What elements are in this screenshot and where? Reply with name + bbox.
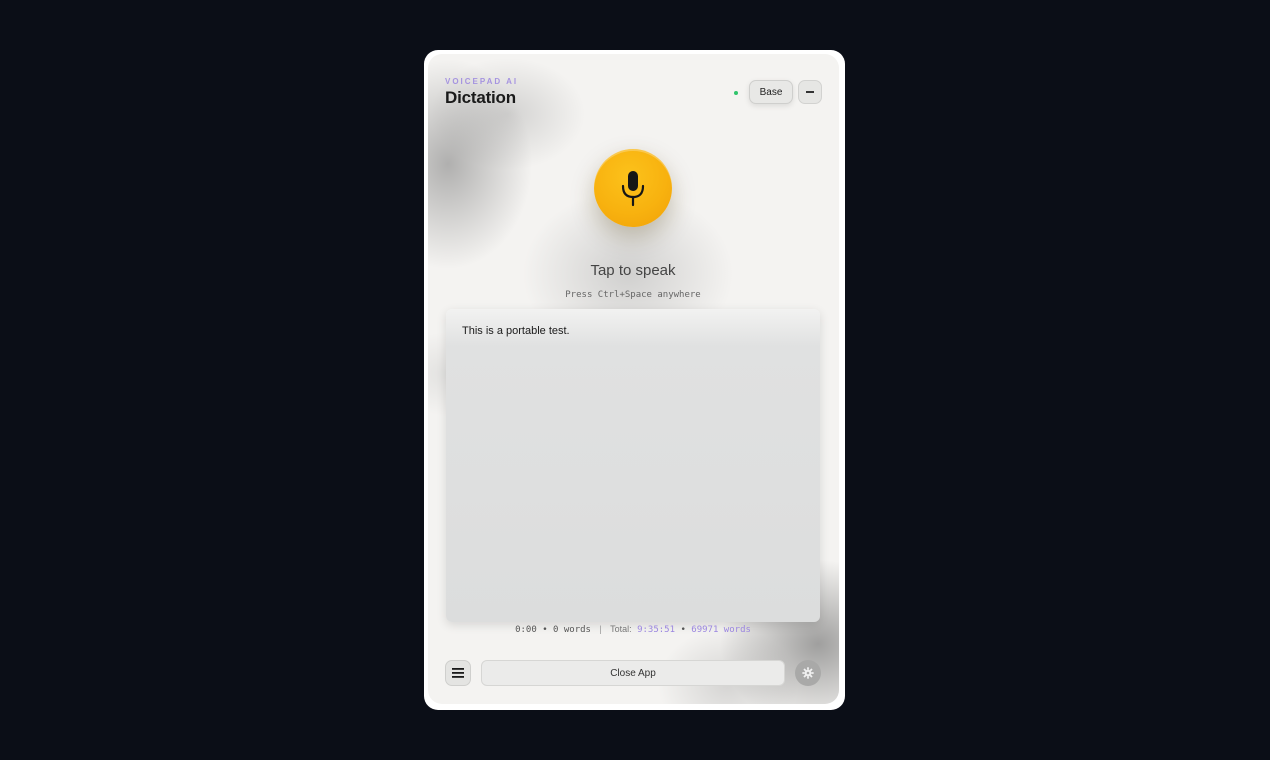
total-time: 9:35:51: [637, 625, 676, 635]
minimize-button[interactable]: [798, 80, 822, 104]
session-time: 0:00: [515, 625, 537, 635]
record-button[interactable]: [594, 149, 672, 227]
stats-bullet: •: [680, 625, 692, 635]
model-select-button[interactable]: Base: [749, 80, 793, 104]
gear-icon: [802, 667, 814, 679]
app-window: VOICEPAD AI Dictation Base Tap to speak …: [424, 50, 845, 710]
brand-label: VOICEPAD AI: [445, 77, 519, 86]
stats-divider: |: [599, 624, 602, 634]
total-label: Total:: [610, 624, 632, 634]
transcript-area[interactable]: This is a portable test.: [446, 309, 820, 622]
stats-bullet: •: [542, 625, 554, 635]
hamburger-menu-icon: [452, 668, 464, 678]
tap-to-speak-label: Tap to speak: [590, 262, 676, 279]
close-app-button[interactable]: Close App: [481, 660, 785, 686]
word-stats: 0:00 • 0 words | Total: 9:35:51 • 69971 …: [428, 624, 838, 635]
shortcut-hint: Press Ctrl+Space anywhere: [565, 290, 701, 300]
minimize-icon: [806, 91, 814, 93]
page-title: Dictation: [445, 88, 516, 107]
status-indicator: [734, 91, 738, 95]
menu-button[interactable]: [445, 660, 471, 686]
settings-button[interactable]: [795, 660, 821, 686]
total-words: 69971 words: [691, 625, 751, 635]
microphone-icon: [621, 171, 645, 207]
session-words: 0 words: [553, 625, 591, 635]
transcript-text: This is a portable test.: [462, 325, 570, 337]
app-panel: VOICEPAD AI Dictation Base Tap to speak …: [428, 54, 839, 704]
